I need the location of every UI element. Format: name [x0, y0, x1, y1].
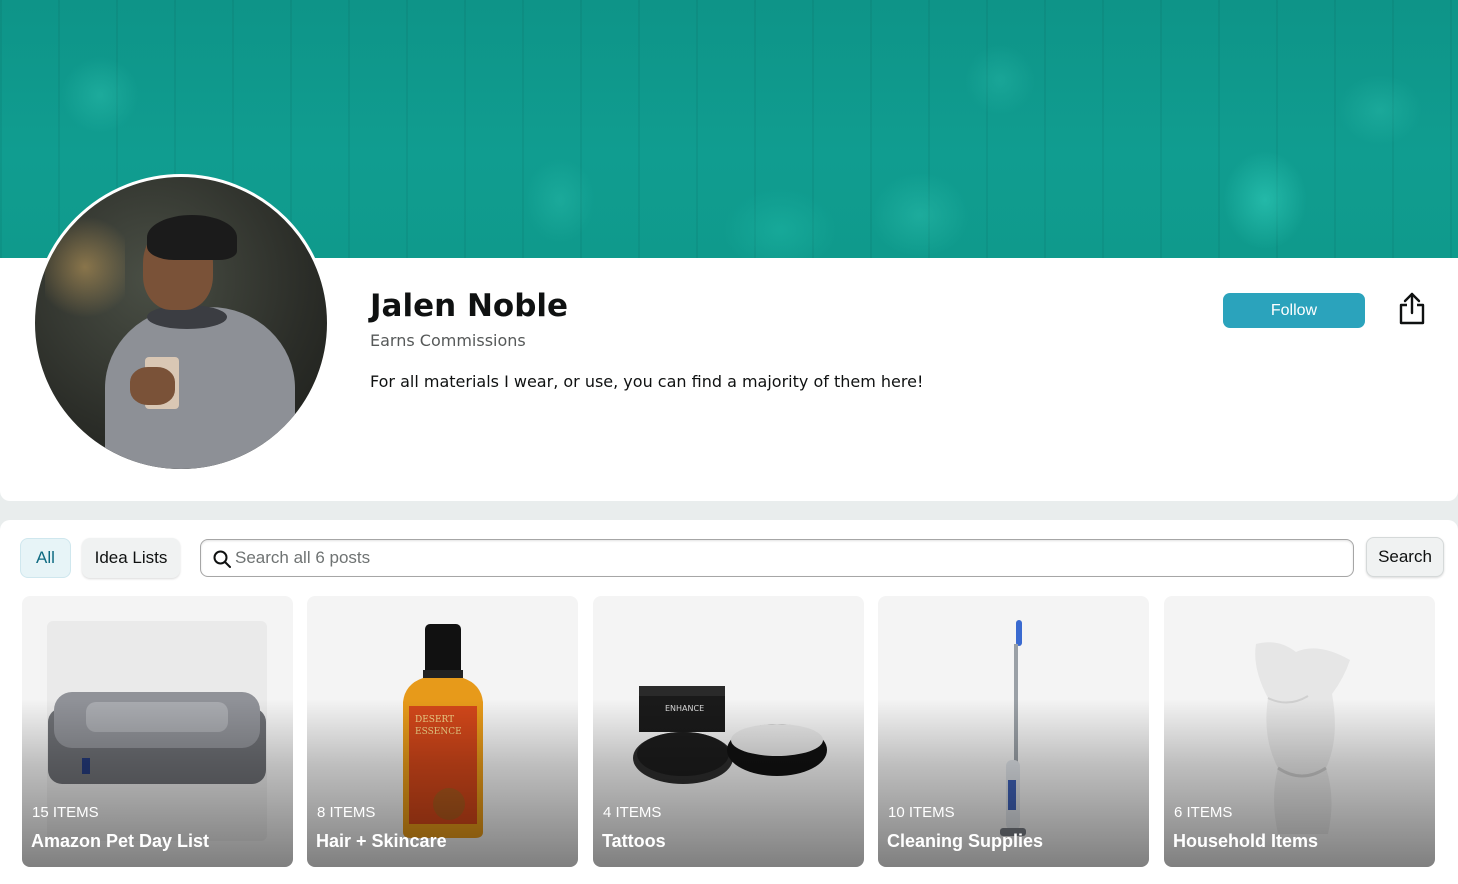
idea-list-card[interactable]: 15 ITEMS Amazon Pet Day List: [22, 596, 293, 867]
filter-idea-lists[interactable]: Idea Lists: [82, 538, 180, 578]
follow-button[interactable]: Follow: [1223, 293, 1365, 328]
card-shade: [307, 596, 578, 867]
card-title: Cleaning Supplies: [887, 831, 1044, 851]
profile-name: Jalen Noble: [370, 288, 569, 324]
card-title: Household Items: [1173, 831, 1319, 851]
card-item-count: 15 ITEMS: [32, 804, 99, 821]
search-icon: [213, 550, 231, 568]
avatar-hand: [130, 367, 175, 405]
share-icon[interactable]: [1398, 292, 1426, 326]
search-box[interactable]: [200, 539, 1354, 577]
search-input[interactable]: [235, 543, 1335, 573]
idea-list-card[interactable]: ENHANCE 4 ITEMS Tattoos: [593, 596, 864, 867]
card-shade: [22, 596, 293, 867]
card-shade: [593, 596, 864, 867]
idea-list-card[interactable]: 6 ITEMS Household Items: [1164, 596, 1435, 867]
search-button[interactable]: Search: [1366, 537, 1444, 577]
filter-all[interactable]: All: [20, 538, 71, 578]
avatar: [32, 174, 330, 472]
profile-bio: For all materials I wear, or use, you ca…: [370, 372, 924, 391]
profile-subtitle: Earns Commissions: [370, 331, 526, 350]
avatar-background-light: [45, 207, 125, 327]
idea-list-card[interactable]: DESERT ESSENCE 8 ITEMS Hair + Skincare: [307, 596, 578, 867]
card-item-count: 10 ITEMS: [888, 804, 955, 821]
card-shade: [878, 596, 1149, 867]
card-title: Amazon Pet Day List: [31, 831, 210, 851]
idea-list-card[interactable]: 10 ITEMS Cleaning Supplies: [878, 596, 1149, 867]
card-shade: [1164, 596, 1435, 867]
card-item-count: 8 ITEMS: [317, 804, 376, 821]
avatar-cap: [147, 215, 237, 260]
card-title: Tattoos: [602, 831, 666, 851]
card-item-count: 6 ITEMS: [1174, 804, 1233, 821]
card-item-count: 4 ITEMS: [603, 804, 662, 821]
card-title: Hair + Skincare: [316, 831, 447, 851]
